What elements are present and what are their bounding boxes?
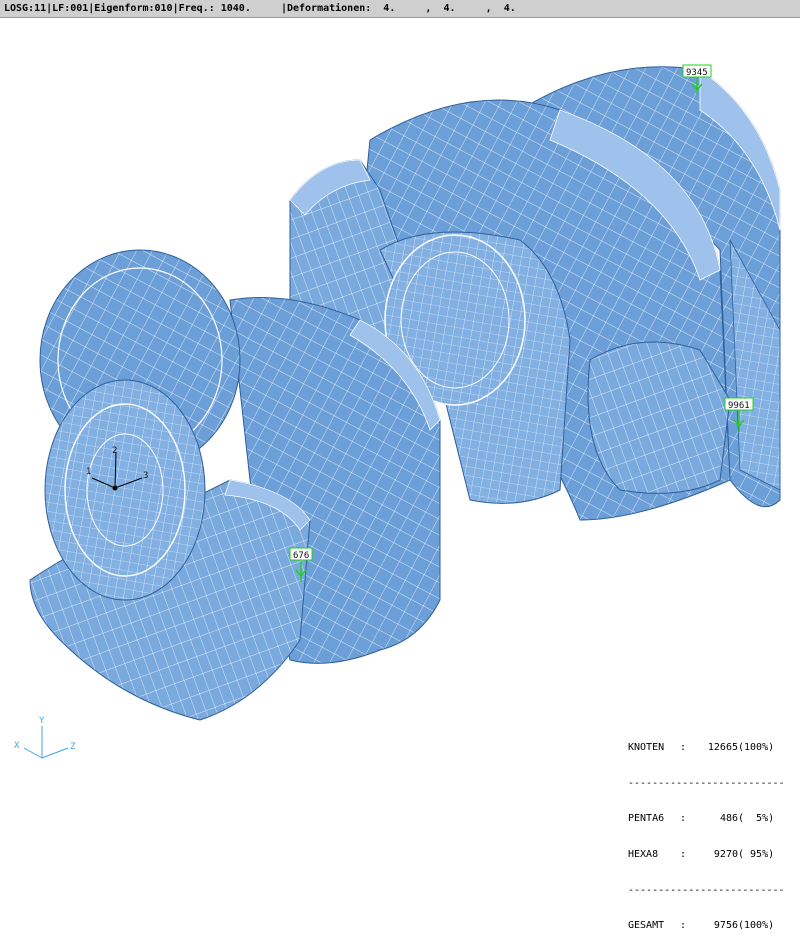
stat-percent: (100%) bbox=[738, 920, 775, 931]
stat-count: 486 bbox=[719, 813, 738, 824]
stat-count: 12665 bbox=[707, 742, 738, 753]
node-id-label: 9345 bbox=[686, 68, 708, 78]
node-id-label: 9961 bbox=[728, 401, 750, 411]
stat-name: PENTA6 bbox=[628, 813, 665, 824]
status-bar: LOSG:11|LF:001|Eigenform:010|Freq.: 1040… bbox=[0, 0, 800, 18]
stat-separator: -------------------------- bbox=[628, 885, 785, 896]
stat-separator: -------------------------- bbox=[628, 778, 785, 789]
stat-percent: ( 5%) bbox=[738, 813, 775, 824]
stat-row-gesamt: GESAMT : 9756 (100%) bbox=[628, 920, 794, 932]
stat-row-knoten: KNOTEN : 12665 (100%) bbox=[628, 742, 794, 754]
stat-name: GESAMT bbox=[628, 920, 665, 931]
front-journal-face bbox=[44, 379, 206, 601]
stat-count: 9270 bbox=[713, 849, 738, 860]
stat-row-penta6: PENTA6 : 486 ( 5%) bbox=[628, 813, 794, 825]
local-axis-3-label: 3 bbox=[143, 471, 148, 481]
crank-pin-right bbox=[587, 341, 731, 494]
local-axis-2-label: 2 bbox=[112, 446, 117, 456]
stat-count: 9756 bbox=[713, 920, 738, 931]
local-axis-1-label: 1 bbox=[86, 467, 91, 477]
stat-percent: (100%) bbox=[738, 742, 775, 753]
axis-y-label: Y bbox=[39, 716, 45, 726]
global-axis-triad: Y X Z bbox=[14, 716, 76, 759]
axis-x-label: X bbox=[14, 741, 20, 751]
stat-percent: ( 95%) bbox=[738, 849, 775, 860]
stat-name: HEXA8 bbox=[628, 849, 659, 860]
stat-name: KNOTEN bbox=[628, 742, 665, 753]
stat-row-hexa8: HEXA8 : 9270 ( 95%) bbox=[628, 849, 794, 861]
node-id-label: 676 bbox=[293, 551, 309, 561]
axis-z-label: Z bbox=[70, 742, 76, 752]
model-viewport[interactable]: 2 1 3 9345 9961 676 bbox=[0, 18, 800, 800]
mesh-statistics: KNOTEN : 12665 (100%) ------------------… bbox=[628, 718, 794, 944]
